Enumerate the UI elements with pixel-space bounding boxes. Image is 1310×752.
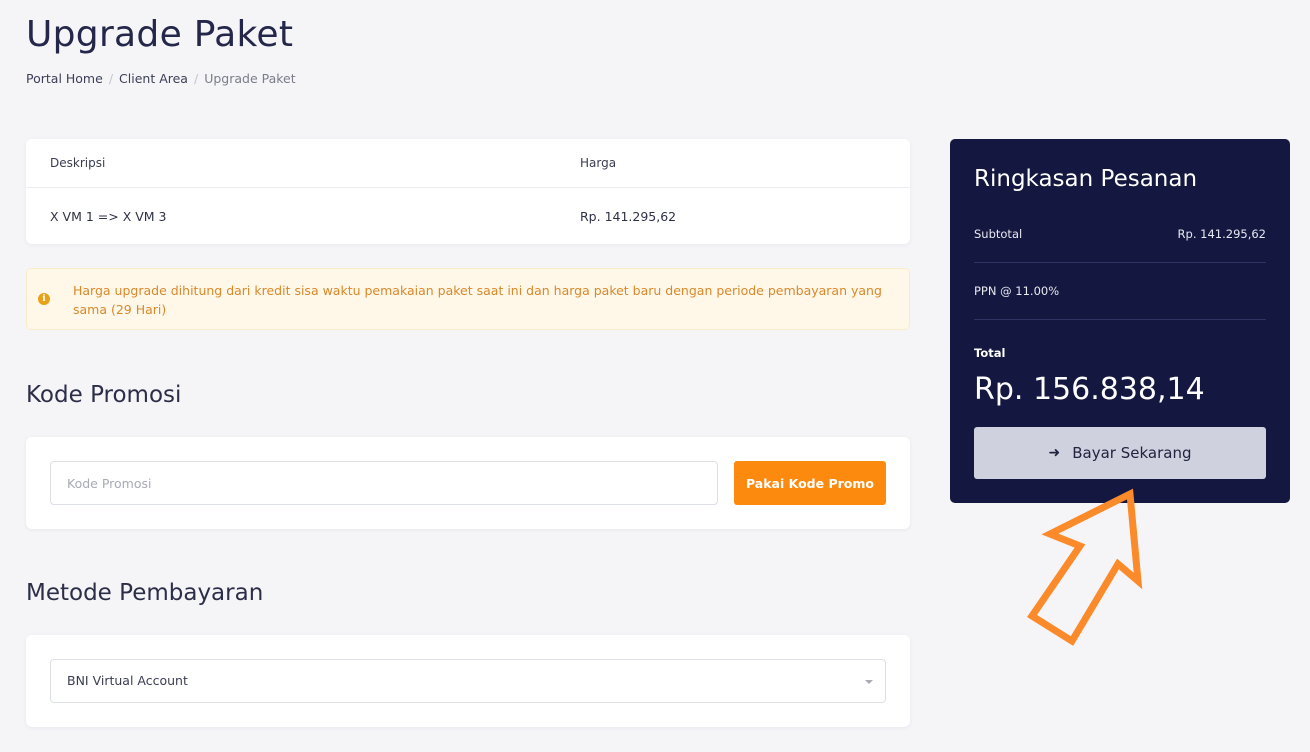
summary-title: Ringkasan Pesanan <box>974 166 1198 192</box>
total-label: Total <box>974 346 1006 360</box>
column-header-description: Deskripsi <box>50 156 106 170</box>
pay-now-label: Bayar Sekarang <box>1072 444 1192 462</box>
payment-card: BNI Virtual Account <box>26 635 910 727</box>
pay-now-button[interactable]: ➜ Bayar Sekarang <box>974 427 1266 479</box>
column-header-price: Harga <box>580 156 617 170</box>
breadcrumb-client-area[interactable]: Client Area <box>119 71 188 86</box>
subtotal-label: Subtotal <box>974 227 1023 241</box>
payment-section-title: Metode Pembayaran <box>26 580 264 606</box>
upgrade-table: Deskripsi Harga X VM 1 => X VM 3 Rp. 141… <box>26 139 910 244</box>
info-icon: i <box>38 293 50 305</box>
total-value: Rp. 156.838,14 <box>974 372 1205 407</box>
table-divider <box>26 187 910 188</box>
chevron-down-icon <box>865 680 873 684</box>
alert-text: Harga upgrade dihitung dari kredit sisa … <box>73 283 882 317</box>
order-summary: Ringkasan Pesanan Subtotal Rp. 141.295,6… <box>950 139 1290 503</box>
ppn-row: PPN @ 11.00% <box>974 284 1266 298</box>
promo-section-title: Kode Promosi <box>26 382 182 408</box>
payment-method-value: BNI Virtual Account <box>67 673 188 688</box>
table-cell-price: Rp. 141.295,62 <box>580 209 677 224</box>
promo-code-input[interactable] <box>50 461 718 505</box>
subtotal-row: Subtotal Rp. 141.295,62 <box>974 227 1266 241</box>
breadcrumb-current: Upgrade Paket <box>204 71 296 86</box>
summary-divider <box>974 262 1266 263</box>
upgrade-info-alert: i Harga upgrade dihitung dari kredit sis… <box>26 268 910 330</box>
breadcrumb-separator: / <box>193 71 199 86</box>
payment-method-select[interactable]: BNI Virtual Account <box>50 659 886 703</box>
breadcrumb-separator: / <box>108 71 114 86</box>
breadcrumb: Portal Home / Client Area / Upgrade Pake… <box>26 71 296 86</box>
summary-divider <box>974 319 1266 320</box>
subtotal-value: Rp. 141.295,62 <box>1177 227 1266 241</box>
page-title: Upgrade Paket <box>26 14 294 55</box>
breadcrumb-portal-home[interactable]: Portal Home <box>26 71 103 86</box>
table-cell-description: X VM 1 => X VM 3 <box>50 209 167 224</box>
ppn-label: PPN @ 11.00% <box>974 284 1060 298</box>
callout-arrow-icon <box>1027 488 1143 646</box>
promo-card: Pakai Kode Promo <box>26 437 910 529</box>
apply-promo-button[interactable]: Pakai Kode Promo <box>734 461 886 505</box>
share-arrow-icon: ➜ <box>1048 445 1061 461</box>
